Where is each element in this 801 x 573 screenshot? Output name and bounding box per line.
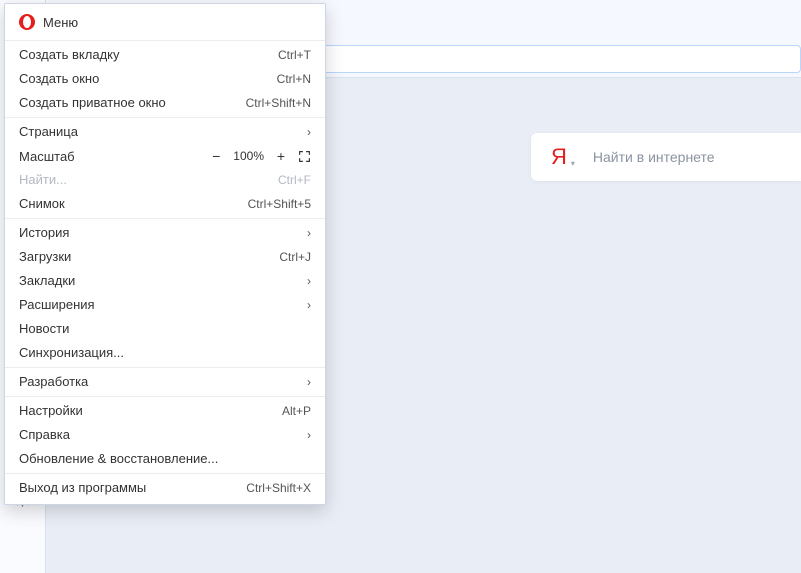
menu-separator xyxy=(5,218,325,219)
menu-item-help[interactable]: Справка › xyxy=(5,423,325,447)
menu-item-sync[interactable]: Синхронизация... xyxy=(5,341,325,365)
zoom-out-button[interactable]: − xyxy=(209,148,223,164)
menu-item-update[interactable]: Обновление & восстановление... xyxy=(5,447,325,471)
zoom-in-button[interactable]: + xyxy=(274,148,288,164)
chevron-right-icon: › xyxy=(307,269,311,293)
menu-separator xyxy=(5,396,325,397)
menu-separator xyxy=(5,473,325,474)
menu-item-news[interactable]: Новости xyxy=(5,317,325,341)
menu-item-extensions[interactable]: Расширения › xyxy=(5,293,325,317)
chevron-right-icon: › xyxy=(307,120,311,144)
menu-item-history[interactable]: История › xyxy=(5,221,325,245)
menu-item-snapshot[interactable]: Снимок Ctrl+Shift+5 xyxy=(5,192,325,216)
fullscreen-icon[interactable] xyxy=(298,150,311,163)
opera-icon xyxy=(19,14,35,30)
menu-item-settings[interactable]: Настройки Alt+P xyxy=(5,399,325,423)
search-placeholder: Найти в интернете xyxy=(593,149,715,165)
chevron-right-icon: › xyxy=(307,423,311,447)
menu-item-bookmarks[interactable]: Закладки › xyxy=(5,269,325,293)
yandex-logo: Я xyxy=(551,144,567,170)
chevron-right-icon: › xyxy=(307,221,311,245)
menu-separator xyxy=(5,40,325,41)
menu-separator xyxy=(5,117,325,118)
chevron-right-icon: › xyxy=(307,370,311,394)
search-box[interactable]: Я ▾ Найти в интернете xyxy=(531,133,801,181)
zoom-value: 100% xyxy=(233,149,264,163)
menu-item-find: Найти... Ctrl+F xyxy=(5,168,325,192)
menu-item-new-private-window[interactable]: Создать приватное окно Ctrl+Shift+N xyxy=(5,91,325,115)
menu-item-downloads[interactable]: Загрузки Ctrl+J xyxy=(5,245,325,269)
menu-item-page[interactable]: Страница › xyxy=(5,120,325,144)
menu-title: Меню xyxy=(43,15,78,30)
menu-separator xyxy=(5,367,325,368)
chevron-down-icon[interactable]: ▾ xyxy=(571,159,575,168)
menu-item-exit[interactable]: Выход из программы Ctrl+Shift+X xyxy=(5,476,325,500)
chevron-right-icon: › xyxy=(307,293,311,317)
menu-item-zoom: Масштаб − 100% + xyxy=(5,144,325,168)
menu-item-developer[interactable]: Разработка › xyxy=(5,370,325,394)
menu-header: Меню xyxy=(5,10,325,38)
menu-item-new-tab[interactable]: Создать вкладку Ctrl+T xyxy=(5,43,325,67)
main-menu: Меню Создать вкладку Ctrl+T Создать окно… xyxy=(4,3,326,505)
menu-item-new-window[interactable]: Создать окно Ctrl+N xyxy=(5,67,325,91)
